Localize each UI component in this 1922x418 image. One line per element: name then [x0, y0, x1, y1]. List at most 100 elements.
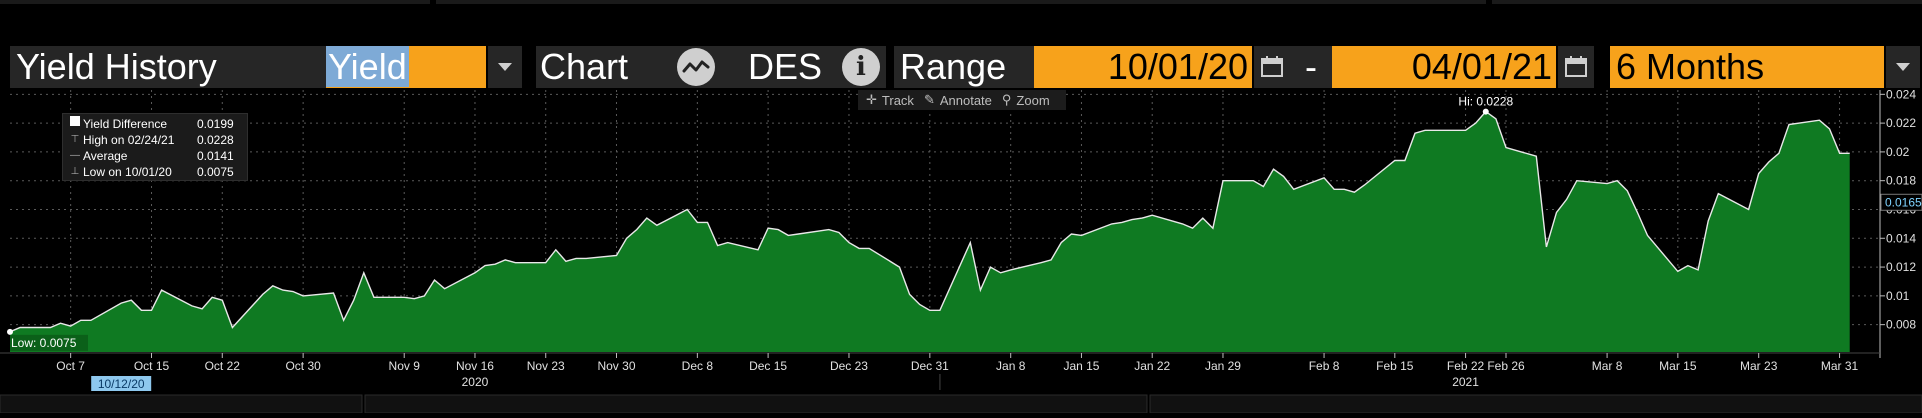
x-tick-label: Jan 15	[1063, 359, 1099, 373]
des-button-label: DES	[748, 46, 823, 87]
x-tick-label: Feb 8	[1309, 359, 1340, 373]
y-tick-label: 0.02	[1886, 145, 1910, 159]
chart-button-label: Chart	[540, 46, 629, 87]
x-tick-label: Mar 15	[1659, 359, 1697, 373]
start-date-input[interactable]: 10/01/20	[1034, 46, 1252, 88]
low-annotation-label: Low: 0.0075	[11, 336, 77, 350]
legend-label: Low on 10/01/20	[83, 165, 172, 179]
y-tick-label: 0.01	[1886, 289, 1910, 303]
x-tick-label: Oct 22	[205, 359, 241, 373]
low-marker-icon: ⊥	[70, 166, 80, 177]
x-tick-label: Mar 23	[1740, 359, 1778, 373]
start-date-calendar-button[interactable]	[1254, 46, 1290, 88]
low-marker	[7, 328, 13, 335]
high-marker	[1482, 108, 1489, 115]
magnifier-icon: ⚲	[1001, 92, 1012, 107]
legend-label: Average	[83, 149, 128, 163]
y-tick-label: 0.024	[1886, 90, 1916, 101]
info-icon: i	[842, 48, 880, 86]
year-label: 2020	[462, 375, 489, 389]
info-button[interactable]: i	[836, 46, 886, 88]
chart-mini-toolbar: ✛ Track ✎ Annotate ⚲ Zoom	[858, 90, 1066, 110]
end-date-input[interactable]: 04/01/21	[1332, 46, 1556, 88]
track-tool[interactable]: ✛ Track	[866, 92, 914, 108]
x-tick-label: Feb 22	[1447, 359, 1485, 373]
x-tick-label: Nov 30	[597, 359, 635, 373]
x-tick-label: Dec 23	[830, 359, 868, 373]
chevron-down-icon	[1896, 63, 1910, 71]
legend-row-low[interactable]: ⊥ Low on 10/01/20 0.0075	[67, 164, 243, 180]
end-date-value: 04/01/21	[1411, 46, 1552, 87]
legend-row-series[interactable]: Yield Difference 0.0199	[67, 116, 243, 132]
chart-button[interactable]: Chart	[536, 46, 666, 88]
range-label-text: Range	[900, 46, 1007, 87]
date-separator-text: -	[1305, 46, 1317, 87]
x-tick-label: Feb 15	[1376, 359, 1414, 373]
chart-area[interactable]: 0.0080.010.0120.0140.0160.0180.020.0220.…	[0, 87, 1922, 414]
page-title: Yield History	[10, 46, 326, 88]
calendar-icon	[1261, 56, 1283, 77]
field-dropdown-button[interactable]	[488, 46, 522, 88]
date-separator: -	[1290, 46, 1332, 88]
annotate-tool[interactable]: ✎ Annotate	[924, 92, 992, 108]
pencil-icon: ✎	[923, 92, 935, 107]
current-value-label: 0.0165	[1885, 195, 1922, 209]
x-tick-label: Mar 8	[1592, 359, 1623, 373]
des-button[interactable]: DES	[726, 46, 836, 88]
page-title-text: Yield History	[16, 46, 217, 87]
legend-label: High on 02/24/21	[83, 133, 175, 147]
x-tick-label: Jan 29	[1205, 359, 1241, 373]
crosshair-icon: ✛	[866, 92, 877, 107]
top-tab-segment	[1492, 0, 1922, 4]
y-tick-label: 0.022	[1886, 116, 1916, 130]
top-tab-segment	[0, 0, 430, 4]
legend-value: 0.0141	[197, 149, 234, 163]
x-tick-label: Feb 26	[1487, 359, 1525, 373]
y-tick-label: 0.008	[1886, 318, 1916, 332]
x-tick-label: Dec 8	[682, 359, 714, 373]
x-tick-label: Nov 23	[527, 359, 565, 373]
legend-label: Yield Difference	[83, 117, 168, 131]
range-label: Range	[894, 46, 1034, 88]
x-tick-label: Oct 7	[56, 359, 85, 373]
x-tick-label: Mar 31	[1821, 359, 1859, 373]
chart-legend: Yield Difference 0.0199 ⊤ High on 02/24/…	[62, 113, 248, 181]
average-marker-icon: —	[70, 150, 80, 161]
high-annotation-label: Hi: 0.0228	[1458, 95, 1513, 109]
top-band	[0, 0, 1922, 40]
chart-type-button[interactable]	[666, 46, 726, 88]
field-select-value: Yield	[326, 46, 409, 87]
cursor-date-label: 10/12/20	[98, 377, 145, 391]
field-select[interactable]: Yield	[326, 46, 486, 88]
x-tick-label: Dec 31	[911, 359, 949, 373]
period-dropdown-button[interactable]	[1886, 46, 1920, 88]
x-tick-label: Nov 16	[456, 359, 494, 373]
period-select-value: 6 Months	[1616, 46, 1765, 87]
info-icon-glyph: i	[856, 52, 866, 82]
bottom-strip-segment	[364, 394, 1148, 414]
legend-row-high[interactable]: ⊤ High on 02/24/21 0.0228	[67, 132, 243, 148]
y-tick-label: 0.014	[1886, 231, 1916, 245]
x-tick-label: Nov 9	[389, 359, 421, 373]
x-tick-label: Dec 15	[749, 359, 787, 373]
zoom-tool[interactable]: ⚲ Zoom	[1002, 92, 1050, 108]
yield-chart[interactable]: 0.0080.010.0120.0140.0160.0180.020.0220.…	[0, 87, 1922, 414]
chevron-down-icon	[498, 63, 512, 71]
start-date-value: 10/01/20	[1107, 46, 1248, 87]
year-label: 2021	[1452, 375, 1479, 389]
period-select[interactable]: 6 Months	[1610, 46, 1884, 88]
x-tick-label: Jan 8	[996, 359, 1026, 373]
track-tool-label: Track	[881, 92, 914, 108]
calendar-icon	[1565, 56, 1587, 77]
line-chart-icon	[677, 48, 715, 86]
series-area	[10, 111, 1850, 352]
end-date-calendar-button[interactable]	[1558, 46, 1594, 88]
zoom-tool-label: Zoom	[1016, 92, 1050, 108]
legend-row-average[interactable]: — Average 0.0141	[67, 148, 243, 164]
y-tick-label: 0.012	[1886, 260, 1916, 274]
annotate-tool-label: Annotate	[939, 92, 992, 108]
y-tick-label: 0.018	[1886, 174, 1916, 188]
bottom-strip-segment	[1149, 394, 1922, 414]
x-tick-label: Jan 22	[1134, 359, 1170, 373]
bottom-strip-segment	[0, 394, 363, 414]
